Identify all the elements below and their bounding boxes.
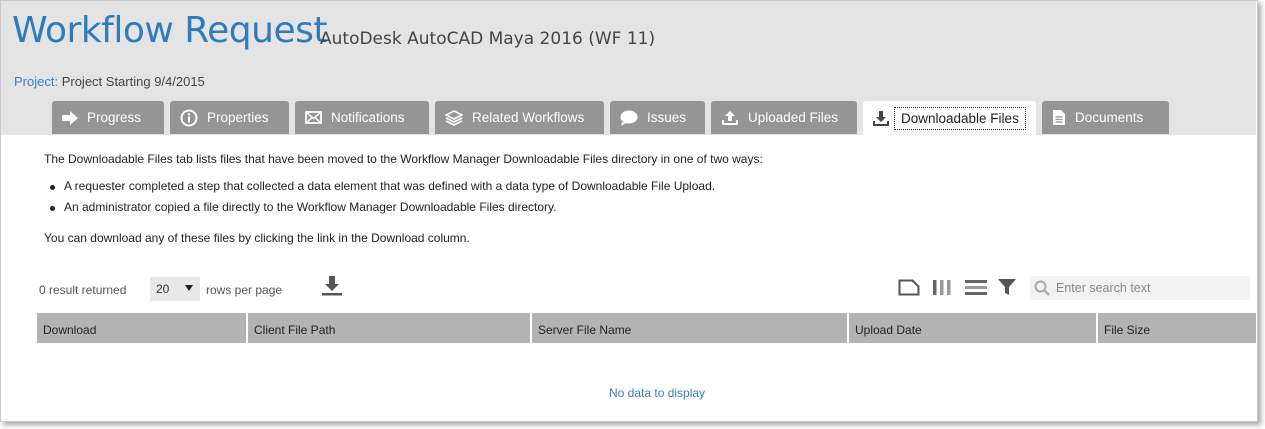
envelope-icon bbox=[305, 111, 322, 124]
tab-notifications[interactable]: Notifications bbox=[295, 101, 429, 134]
tab-label: Related Workflows bbox=[472, 110, 585, 125]
tab-label: Properties bbox=[207, 110, 269, 125]
description-intro: The Downloadable Files tab lists files t… bbox=[44, 152, 763, 166]
tab-properties[interactable]: Properties bbox=[170, 101, 289, 134]
rows-per-page-select[interactable]: 20 bbox=[150, 277, 200, 301]
search-icon bbox=[1034, 280, 1050, 301]
tab-downloadable-files[interactable]: Downloadable Files bbox=[863, 101, 1036, 135]
page-title: Workflow Request bbox=[12, 10, 327, 51]
tab-label: Issues bbox=[647, 110, 687, 125]
description-bullets: A requester completed a step that collec… bbox=[44, 176, 715, 218]
layers-icon bbox=[445, 109, 463, 126]
tab-label: Documents bbox=[1075, 110, 1144, 125]
tab-progress[interactable]: Progress bbox=[52, 101, 164, 134]
view-card-icon[interactable] bbox=[898, 279, 920, 301]
column-header-upload-date[interactable]: Upload Date bbox=[849, 313, 1098, 343]
list-item: An administrator copied a file directly … bbox=[44, 197, 715, 218]
column-header-download[interactable]: Download bbox=[37, 313, 248, 343]
description-outro: You can download any of these files by c… bbox=[44, 231, 470, 245]
search-box bbox=[1030, 276, 1250, 300]
download-icon bbox=[873, 110, 889, 126]
tab-label: Downloadable Files bbox=[894, 106, 1026, 130]
result-count: 0 result returned bbox=[39, 283, 127, 297]
project-value: Project Starting 9/4/2015 bbox=[61, 74, 205, 89]
export-download-icon[interactable] bbox=[321, 276, 343, 301]
upload-icon bbox=[721, 110, 739, 126]
arrow-right-icon bbox=[62, 110, 78, 125]
project-line: Project: Project Starting 9/4/2015 bbox=[14, 74, 205, 89]
info-icon bbox=[180, 109, 198, 127]
table-header: Download Client File Path Server File Na… bbox=[37, 313, 1256, 343]
rows-per-page-label: rows per page bbox=[206, 283, 283, 297]
tab-uploaded-files[interactable]: Uploaded Files bbox=[711, 101, 857, 134]
column-header-file-size[interactable]: File Size bbox=[1098, 313, 1256, 343]
tab-related-workflows[interactable]: Related Workflows bbox=[435, 101, 604, 134]
columns-icon[interactable] bbox=[932, 279, 952, 301]
search-input[interactable] bbox=[1056, 276, 1246, 300]
document-icon bbox=[1052, 109, 1066, 126]
column-header-server-file-name[interactable]: Server File Name bbox=[532, 313, 849, 343]
list-item: A requester completed a step that collec… bbox=[44, 176, 715, 197]
tab-label: Progress bbox=[87, 110, 142, 125]
tab-issues[interactable]: Issues bbox=[610, 101, 705, 134]
tab-label: Notifications bbox=[331, 110, 405, 125]
speech-bubble-icon bbox=[620, 110, 638, 126]
project-label[interactable]: Project: bbox=[14, 74, 58, 89]
tab-documents[interactable]: Documents bbox=[1042, 101, 1169, 134]
rows-icon[interactable] bbox=[964, 279, 988, 301]
column-header-client-file-path[interactable]: Client File Path bbox=[248, 313, 532, 343]
rows-per-page-value: 20 bbox=[156, 282, 170, 296]
workflow-name: AutoDesk AutoCAD Maya 2016 (WF 11) bbox=[320, 29, 656, 49]
chevron-down-icon bbox=[185, 285, 193, 291]
filter-icon[interactable] bbox=[998, 279, 1016, 301]
tab-label: Uploaded Files bbox=[748, 110, 839, 125]
empty-table-message: No data to display bbox=[609, 386, 706, 400]
